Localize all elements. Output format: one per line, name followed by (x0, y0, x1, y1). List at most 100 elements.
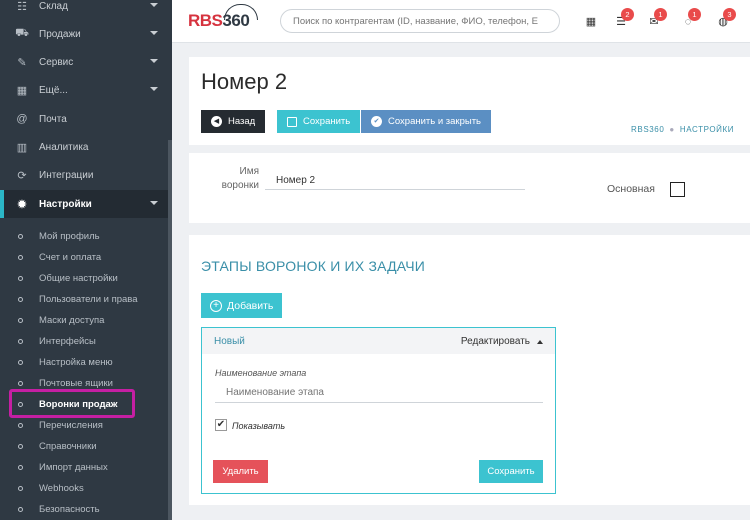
grid-icon: ▦ (16, 84, 28, 97)
search-input[interactable] (280, 9, 560, 33)
sidebar-subitem-label: Пользователи и права (39, 294, 138, 305)
page-title: Номер 2 (201, 69, 288, 94)
circle-icon (18, 465, 23, 470)
tasks-icon[interactable]: ☰ 2 (614, 8, 634, 29)
sidebar-subitem-3[interactable]: Общие настройки (0, 268, 172, 289)
sidebar-item-2[interactable]: ⛟ Продажи (0, 20, 172, 48)
delete-stage-button[interactable]: Удалить (213, 460, 268, 483)
save-stage-button[interactable]: Сохранить (479, 460, 543, 483)
sidebar-subitem-1[interactable]: Мой профиль (0, 226, 172, 247)
sidebar-item-label: Интеграции (39, 169, 94, 181)
sidebar-item-label: Сервис (39, 56, 74, 68)
stage-name-input[interactable] (215, 383, 543, 403)
sidebar-subitem-12[interactable]: Импорт данных (0, 457, 172, 478)
circle-icon (18, 444, 23, 449)
sidebar-item-label: Почта (39, 113, 67, 125)
sidebar-subitem-label: Настройка меню (39, 357, 113, 368)
edit-stage-toggle[interactable]: Редактировать (461, 336, 543, 347)
main-funnel-checkbox[interactable] (670, 182, 685, 197)
sidebar-subitem-7[interactable]: Настройка меню (0, 352, 172, 373)
mail-icon[interactable]: ✉ 1 (647, 8, 667, 29)
highlight-box (9, 389, 135, 418)
notification-badge: 1 (688, 8, 701, 21)
sidebar-subitem-label: Webhooks (39, 483, 84, 494)
sidebar-item-label: Склад (39, 0, 68, 12)
sidebar-subitem-11[interactable]: Справочники (0, 436, 172, 457)
sidebar-subitem-label: Мой профиль (39, 231, 100, 242)
gear-icon: ✹ (17, 198, 27, 211)
circle-icon (18, 381, 23, 386)
breadcrumb-settings[interactable]: НАСТРОЙКИ (680, 125, 734, 134)
funnel-name-input[interactable] (265, 171, 525, 190)
wrench-icon: ✎ (17, 56, 27, 69)
sidebar-item-3[interactable]: ✎ Сервис (0, 48, 172, 76)
sidebar-subitem-label: Интерфейсы (39, 336, 96, 347)
sidebar-subitem-label: Маски доступа (39, 315, 105, 326)
save-button[interactable]: Сохранить (277, 110, 361, 133)
stage-name[interactable]: Новый (214, 336, 245, 347)
sidebar-scrollbar[interactable] (168, 140, 172, 520)
add-label: Добавить (227, 299, 274, 312)
sidebar-subitem-14[interactable]: Безопасность (0, 499, 172, 520)
circle-icon (18, 339, 23, 344)
back-button[interactable]: ◀ Назад (201, 110, 266, 133)
notification-badge: 1 (654, 8, 667, 21)
back-label: Назад (228, 116, 256, 127)
sidebar-item-7[interactable]: ⟳ Интеграции (0, 161, 172, 189)
circle-icon (18, 276, 23, 281)
save-label: Сохранить (303, 116, 351, 127)
sidebar-item-8[interactable]: ✹ Настройки (0, 190, 172, 218)
cubes-icon: ☷ (17, 0, 27, 13)
funnel-form: Имя воронки Основная (189, 153, 750, 223)
header-panel: Номер 2 ◀ Назад Сохранить ✔ Сохранить и … (189, 57, 750, 145)
sidebar-item-1[interactable]: ☷ Склад (0, 0, 172, 20)
circle-icon (18, 297, 23, 302)
breadcrumb-separator: ● (669, 125, 675, 134)
show-checkbox[interactable]: ✔ (215, 419, 227, 431)
comments-icon[interactable]: ◍ 3 (716, 8, 736, 29)
sidebar-item-4[interactable]: ▦ Ещё... (0, 76, 172, 104)
save-close-label: Сохранить и закрыть (388, 116, 482, 127)
stages-title: ЭТАПЫ ВОРОНОК И ИХ ЗАДАЧИ (201, 258, 426, 274)
sidebar-subitem-4[interactable]: Пользователи и права (0, 289, 172, 310)
main-funnel-label: Основная (607, 183, 655, 195)
caret-down-icon (150, 201, 158, 205)
refresh-icon: ⟳ (17, 169, 27, 182)
caret-down-icon (150, 87, 158, 91)
sidebar-subitem-5[interactable]: Маски доступа (0, 310, 172, 331)
add-stage-button[interactable]: + Добавить (201, 293, 283, 318)
sidebar-subitem-10[interactable]: Перечисления (0, 415, 172, 436)
sidebar-item-label: Аналитика (39, 141, 89, 153)
sidebar-item-6[interactable]: ▥ Аналитика (0, 133, 172, 161)
breadcrumb: RBS360 ● НАСТРОЙКИ (631, 125, 734, 134)
circle-icon (18, 234, 23, 239)
circle-icon (18, 255, 23, 260)
comment-icon[interactable]: ◌ 1 (681, 8, 701, 29)
sidebar-item-label: Настройки (39, 198, 92, 210)
sidebar-subitem-label: Справочники (39, 441, 97, 452)
breadcrumb-home[interactable]: RBS360 (631, 125, 664, 134)
sidebar-subitem-label: Перечисления (39, 420, 103, 431)
plus-circle-icon: + (210, 299, 222, 312)
cart-icon: ⛟ (15, 27, 29, 39)
caret-down-icon (150, 31, 158, 35)
logo-cloud-icon (224, 4, 258, 20)
sidebar-item-5[interactable]: @ Почта (0, 105, 172, 133)
stage-card-header: Новый Редактировать (202, 328, 555, 354)
calendar-glyph: ▦ (585, 16, 597, 28)
circle-icon (18, 507, 23, 512)
funnel-name-label: Имя воронки (221, 166, 259, 191)
sidebar-subitem-13[interactable]: Webhooks (0, 478, 172, 499)
sidebar-subitem-6[interactable]: Интерфейсы (0, 331, 172, 352)
sidebar: ☷ Склад ⛟ Продажи ✎ Сервис ▦ Ещё... @ Почта ▥ Анали… (0, 0, 172, 520)
save-and-close-button[interactable]: ✔ Сохранить и закрыть (361, 110, 492, 133)
arrow-left-icon: ◀ (211, 116, 222, 127)
sidebar-item-label: Продажи (39, 28, 81, 40)
show-label: Показывать (232, 421, 286, 431)
stages-panel: ЭТАПЫ ВОРОНОК И ИХ ЗАДАЧИ + Добавить Нов… (189, 235, 750, 505)
calendar-icon[interactable]: ▦ (584, 15, 598, 29)
check-circle-icon: ✔ (371, 116, 382, 127)
sidebar-subitem-2[interactable]: Счет и оплата (0, 247, 172, 268)
caret-down-icon (150, 3, 158, 7)
circle-icon (18, 360, 23, 365)
